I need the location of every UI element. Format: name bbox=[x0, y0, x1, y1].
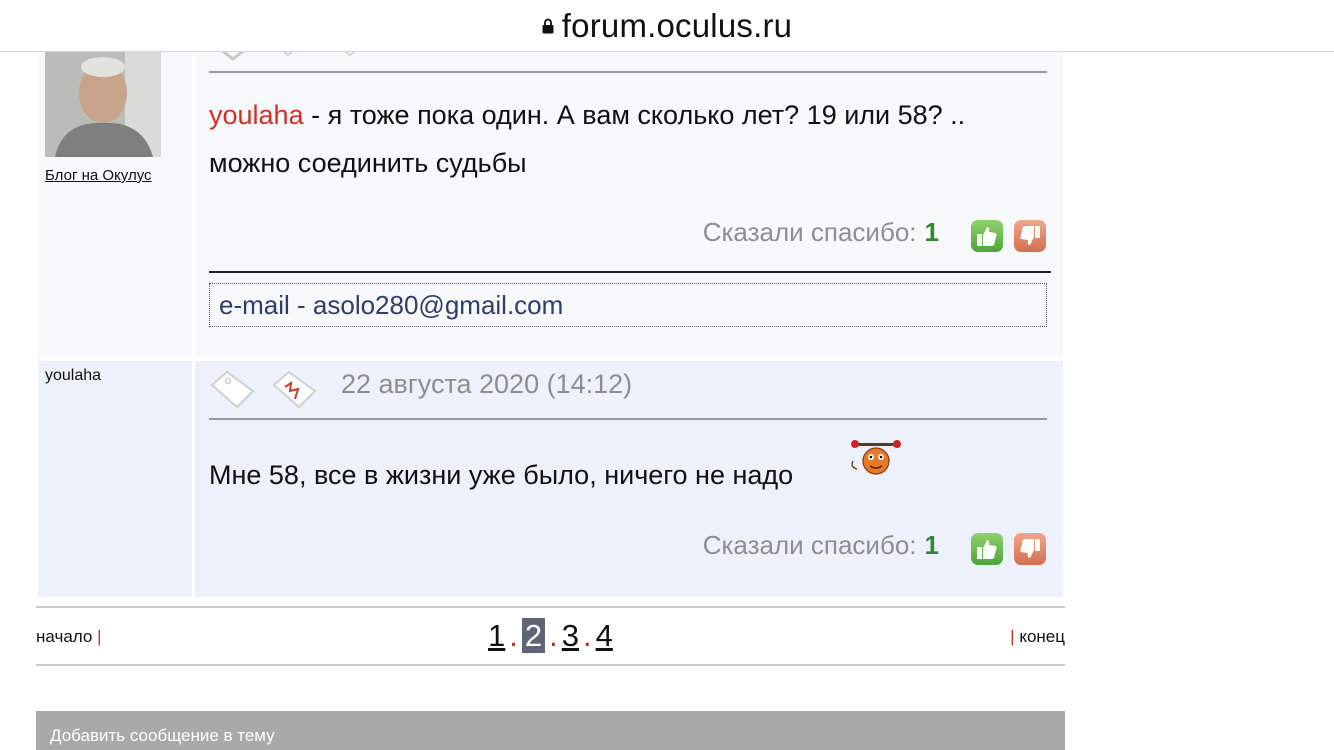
post-author-panel: Блог на Окулус bbox=[38, 51, 192, 357]
post-text: - я тоже пока один. А вам сколько лет? 1… bbox=[209, 100, 966, 178]
post-divider bbox=[209, 418, 1047, 420]
page-link-3[interactable]: 3 bbox=[562, 618, 579, 653]
signature-text: e-mail - asolo280@gmail.com bbox=[219, 290, 564, 320]
page-numbers: 1.2.3.4 bbox=[488, 618, 613, 654]
post-date: 22 августа 2020 (14:12) bbox=[341, 369, 633, 399]
post-author-panel: youlaha bbox=[38, 361, 192, 597]
page-link-4[interactable]: 4 bbox=[596, 618, 613, 653]
post-text: Мне 58, все в жизни уже было, ничего не … bbox=[209, 460, 794, 490]
thumb-up-icon bbox=[977, 540, 997, 559]
thanks-label: Сказали спасибо: bbox=[702, 217, 917, 247]
thumb-down-button[interactable] bbox=[1014, 220, 1046, 252]
thumb-down-icon bbox=[1020, 539, 1040, 558]
page-dot: . bbox=[509, 618, 518, 653]
blog-link[interactable]: Блог на Окулус bbox=[45, 167, 152, 184]
tag-icon[interactable] bbox=[209, 369, 257, 411]
post-body: youlaha - я тоже пока один. А вам скольк… bbox=[195, 43, 1063, 357]
thumb-down-icon bbox=[1020, 226, 1040, 245]
first-page-link[interactable]: начало bbox=[36, 627, 92, 646]
url-host: forum.oculus.ru bbox=[561, 6, 793, 44]
pager-separator: | bbox=[97, 627, 102, 646]
pager-end: | конец bbox=[1010, 627, 1065, 647]
page-link-1[interactable]: 1 bbox=[488, 618, 505, 653]
quoted-nick[interactable]: youlaha bbox=[209, 100, 304, 130]
address-bar[interactable]: forum.oculus.ru bbox=[0, 0, 1334, 52]
page-dot: . bbox=[583, 618, 592, 653]
pager-divider bbox=[36, 606, 1065, 608]
post-body: 22 августа 2020 (14:12) Мне 58, все в жи… bbox=[195, 361, 1063, 597]
current-page: 2 bbox=[521, 618, 546, 653]
post-message: Мне 58, все в жизни уже было, ничего не … bbox=[209, 451, 1049, 499]
post-message: youlaha - я тоже пока один. А вам скольк… bbox=[209, 91, 1049, 187]
signature-divider bbox=[209, 271, 1051, 273]
thanks-counter: Сказали спасибо: 1 bbox=[703, 217, 939, 248]
complaint-icon[interactable] bbox=[271, 369, 319, 411]
thumb-up-icon bbox=[977, 227, 997, 246]
thanks-count: 1 bbox=[924, 530, 939, 560]
thanks-counter: Сказали спасибо: 1 bbox=[703, 530, 939, 561]
thumb-up-button[interactable] bbox=[971, 220, 1003, 252]
lock-icon bbox=[542, 18, 554, 33]
avatar[interactable] bbox=[45, 51, 161, 157]
add-message-button[interactable]: Добавить сообщение в тему bbox=[36, 711, 1065, 750]
add-message-label: Добавить сообщение в тему bbox=[50, 726, 275, 745]
pager-start: начало | bbox=[36, 627, 102, 647]
signature: e-mail - asolo280@gmail.com bbox=[209, 283, 1047, 327]
page-dot: . bbox=[549, 618, 558, 653]
thumb-up-button[interactable] bbox=[971, 533, 1003, 565]
thumb-down-button[interactable] bbox=[1014, 533, 1046, 565]
pager-divider bbox=[36, 664, 1065, 666]
thanks-count: 1 bbox=[924, 217, 939, 247]
last-page-link[interactable]: конец bbox=[1019, 627, 1065, 646]
post-author[interactable]: youlaha bbox=[45, 367, 101, 385]
thanks-label: Сказали спасибо: bbox=[702, 530, 917, 560]
smiley-icon bbox=[851, 440, 901, 475]
post-divider bbox=[209, 71, 1047, 73]
pager-separator: | bbox=[1010, 627, 1015, 646]
